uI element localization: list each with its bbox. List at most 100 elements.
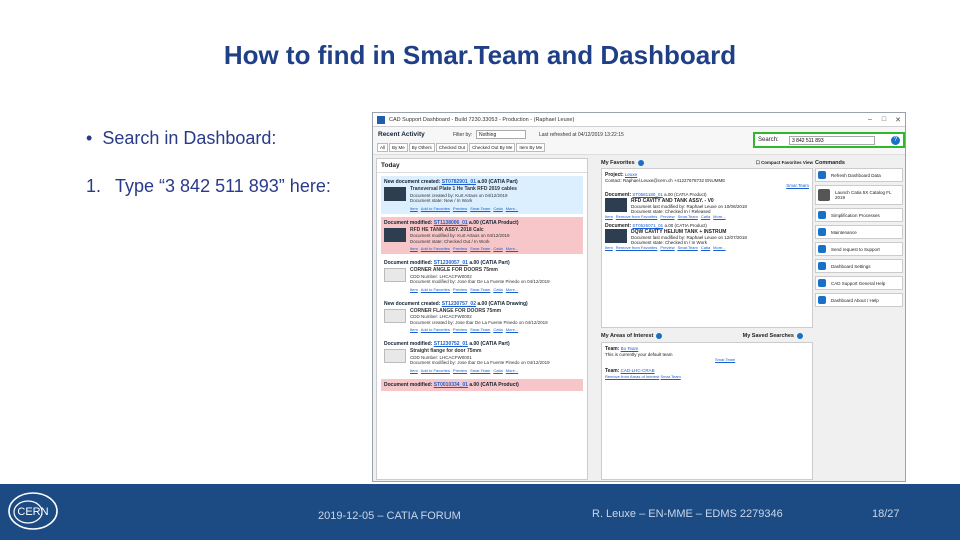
document-link[interactable]: ST1230752_01 (434, 341, 468, 347)
link-smarteam[interactable]: Smar.Team (470, 206, 490, 211)
simplification-processes-button[interactable]: Simplification Processes (815, 208, 903, 222)
link-smarteam[interactable]: Smar.Team (470, 368, 490, 373)
tab-by-me[interactable]: By Me (389, 143, 408, 152)
link-more[interactable]: More... (506, 368, 518, 373)
link-catia[interactable]: Catia (493, 246, 502, 251)
document-link[interactable]: ST0010334_01 (434, 382, 468, 388)
card-title: Transversal Plate 1 He Tank RFD 2019 cab… (410, 186, 517, 192)
link-more[interactable]: More... (506, 287, 518, 292)
link-smarteam[interactable]: Smar.Team (678, 245, 698, 250)
card-head: New document created: ST0782901_01 a.00 … (384, 179, 580, 185)
link-smarteam[interactable]: Smar.Team (470, 327, 490, 332)
document-link[interactable]: ST0526071_01 (632, 223, 663, 228)
dashboard-settings-button[interactable]: Dashboard Settings (815, 259, 903, 273)
compact-favorites-checkbox[interactable]: ☐ Compact Favorites View (756, 160, 813, 166)
general-help-button[interactable]: CAD Support General Help (815, 276, 903, 290)
link-item[interactable]: Item (605, 214, 613, 219)
link-preview[interactable]: Preview (453, 368, 467, 373)
tab-item-by-me[interactable]: Item By Me (516, 143, 546, 152)
link-preview[interactable]: Preview (660, 214, 674, 219)
link-smarteam[interactable]: Smar.Team (470, 246, 490, 251)
minimize-button[interactable]: – (863, 116, 877, 124)
team-link[interactable]: CAD-LHC-CRAB (621, 368, 655, 373)
project-smarteam-link[interactable]: Smar.Team (786, 183, 809, 188)
maintenance-button[interactable]: Maintenance (815, 225, 903, 239)
area-item: Team: CAD-LHC-CRAB Remove from Areas of … (605, 368, 809, 379)
link-remove-favorites[interactable]: Remove from Favorites (616, 214, 658, 219)
step-text: Type “3 842 511 893” here: (115, 176, 331, 196)
link-more[interactable]: More... (713, 214, 725, 219)
tab-by-others[interactable]: By Others (408, 143, 435, 152)
link-preview[interactable]: Preview (453, 246, 467, 251)
tab-checked-out-by-me[interactable]: Checked Out By Me (469, 143, 516, 152)
tab-checked-out[interactable]: Checked Out (435, 143, 469, 152)
window-title: CAD Support Dashboard - Build 7230.33053… (389, 116, 575, 123)
link-add-favorites[interactable]: Add to Favorites (421, 206, 450, 211)
link-add-favorites[interactable]: Add to Favorites (421, 327, 450, 332)
refresh-dashboard-button[interactable]: Refresh Dashboard Data (815, 168, 903, 182)
process-icon (818, 211, 826, 219)
link-item[interactable]: Item (410, 327, 418, 332)
link-add-favorites[interactable]: Add to Favorites (421, 246, 450, 251)
document-link[interactable]: ST0581180_01 (632, 192, 662, 197)
document-link[interactable]: ST0782901_01 (442, 179, 476, 185)
filter-select[interactable]: Nothing (476, 130, 526, 139)
activity-card: New document created: ST0782901_01 a.00 … (381, 176, 583, 214)
link-preview[interactable]: Preview (453, 327, 467, 332)
link-more[interactable]: More... (506, 206, 518, 211)
link-more[interactable]: More... (506, 327, 518, 332)
launch-catia-button[interactable]: Launch Catia 5X Catalog FL 2019 (815, 185, 903, 205)
link-remove-favorites[interactable]: Remove from Favorites (616, 245, 658, 250)
activity-card: Document modified: ST1230057_01 a.00 (CA… (381, 257, 583, 295)
remove-area-link[interactable]: Remove from Areas of Interest (605, 374, 659, 379)
saved-searches-help-icon[interactable] (797, 333, 803, 339)
send-request-button[interactable]: Send request to Support (815, 242, 903, 256)
card-line: Document state: Checked Out / In Work (410, 238, 490, 244)
card-type: a.00 (CATIA Product) (469, 219, 519, 226)
area-smarteam-link[interactable]: Smar.Team (715, 357, 735, 362)
link-preview[interactable]: Preview (660, 245, 674, 250)
link-catia[interactable]: Catia (493, 368, 502, 373)
link-item[interactable]: Item (410, 246, 418, 251)
document-link[interactable]: ST1138006_01 (434, 220, 468, 226)
command-label: Dashboard Settings (831, 263, 871, 269)
recent-activity-label: Recent Activity (378, 131, 425, 138)
tab-all[interactable]: All (377, 143, 389, 152)
link-item[interactable]: Item (410, 206, 418, 211)
areas-help-icon[interactable] (656, 333, 663, 339)
area-smarteam-link[interactable]: Smar.Team (661, 374, 681, 379)
link-preview[interactable]: Preview (453, 206, 467, 211)
link-add-favorites[interactable]: Add to Favorites (421, 368, 450, 373)
link-catia[interactable]: Catia (493, 327, 502, 332)
link-item[interactable]: Item (410, 368, 418, 373)
card-links: Item Add to Favorites Preview Smar.Team Cati… (384, 368, 580, 373)
close-button[interactable]: ✕ (891, 116, 905, 124)
dashboard-screenshot: CAD Support Dashboard - Build 7230.33053… (372, 112, 906, 482)
link-preview[interactable]: Preview (453, 287, 467, 292)
link-smarteam[interactable]: Smar.Team (470, 287, 490, 292)
link-smarteam[interactable]: Smar.Team (678, 214, 698, 219)
link-add-favorites[interactable]: Add to Favorites (421, 287, 450, 292)
link-item[interactable]: Item (410, 287, 418, 292)
link-item[interactable]: Item (605, 245, 613, 250)
card-head-text: Document modified: (384, 219, 433, 226)
link-catia[interactable]: Catia (701, 214, 710, 219)
search-input[interactable] (789, 136, 875, 145)
card-head: New document created: ST1230757_02 a.00 … (384, 301, 580, 307)
favorites-help-icon[interactable] (637, 160, 644, 166)
maximize-button[interactable]: □ (877, 116, 891, 124)
link-catia[interactable]: Catia (701, 245, 710, 250)
link-catia[interactable]: Catia (493, 206, 502, 211)
document-link[interactable]: ST1230757_02 (442, 301, 476, 307)
help-icon[interactable]: ? (891, 136, 900, 145)
link-more[interactable]: More... (713, 245, 725, 250)
document-link[interactable]: ST1230057_01 (434, 260, 468, 266)
command-label: Dashboard About / Help (831, 297, 879, 303)
link-catia[interactable]: Catia (493, 287, 502, 292)
about-help-button[interactable]: Dashboard About / Help (815, 293, 903, 307)
link-more[interactable]: More... (506, 246, 518, 251)
command-label: Maintenance (831, 229, 857, 235)
info-icon (818, 296, 826, 304)
team-link[interactable]: Bo Team (621, 346, 639, 351)
project-link[interactable]: Leuxe (625, 172, 637, 177)
